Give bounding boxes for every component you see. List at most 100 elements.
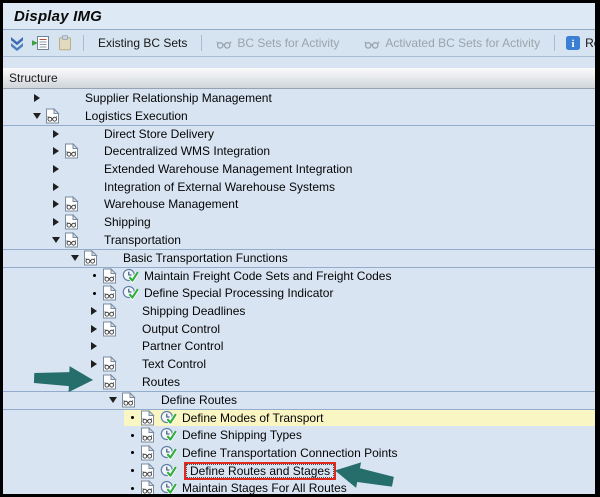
documentation-icon[interactable] bbox=[140, 463, 160, 479]
tree-item-label[interactable]: Shipping bbox=[104, 215, 151, 229]
tree-row-content: Decentralized WMS Integration bbox=[48, 142, 595, 160]
expand-arrow-icon[interactable] bbox=[86, 342, 102, 350]
tree-row-content: Define Routes and Stages bbox=[124, 462, 595, 480]
tree-item-label[interactable]: Text Control bbox=[142, 357, 206, 371]
tree-row-content: Define Shipping Types bbox=[124, 426, 595, 444]
img-activity-icon[interactable] bbox=[160, 427, 180, 443]
expand-arrow-icon[interactable] bbox=[48, 165, 64, 173]
img-activity-icon[interactable] bbox=[160, 410, 180, 426]
tree-item-label[interactable]: Routes bbox=[142, 375, 180, 389]
tree-item-label[interactable]: Define Shipping Types bbox=[182, 428, 302, 442]
tree-item-label[interactable]: Define Transportation Connection Points bbox=[182, 446, 397, 460]
svg-text:i: i bbox=[572, 38, 575, 50]
documentation-icon[interactable] bbox=[102, 268, 122, 284]
img-activity-icon[interactable] bbox=[160, 480, 180, 496]
img-activity-icon[interactable] bbox=[160, 463, 180, 479]
tree-row: Define Shipping Types bbox=[3, 426, 595, 444]
info-icon: i bbox=[566, 36, 580, 50]
tree-indent bbox=[3, 392, 105, 409]
documentation-icon[interactable] bbox=[64, 232, 84, 248]
tree-row-content: Define Routes bbox=[105, 392, 595, 409]
img-activity-icon[interactable] bbox=[160, 445, 180, 461]
tree-item-label[interactable]: Shipping Deadlines bbox=[142, 304, 245, 318]
tree-item-label[interactable]: Integration of External Warehouse System… bbox=[104, 180, 335, 194]
collapse-arrow-icon[interactable] bbox=[48, 237, 64, 243]
documentation-icon[interactable] bbox=[64, 196, 84, 212]
tree-item-label[interactable]: Output Control bbox=[142, 322, 220, 336]
tree-indent bbox=[3, 320, 86, 338]
tree-row: Warehouse Management bbox=[3, 196, 595, 214]
tree-item-label[interactable]: Extended Warehouse Management Integratio… bbox=[104, 162, 352, 176]
tree-item-label[interactable]: Supplier Relationship Management bbox=[85, 91, 272, 105]
position-icon[interactable] bbox=[32, 33, 50, 53]
tree-item-label[interactable]: Warehouse Management bbox=[104, 197, 238, 211]
tree-row-content: Partner Control bbox=[86, 338, 595, 356]
expand-arrow-icon[interactable] bbox=[48, 200, 64, 208]
expand-arrow-icon[interactable] bbox=[48, 130, 64, 138]
tree-indent bbox=[3, 302, 86, 320]
documentation-icon[interactable] bbox=[64, 143, 84, 159]
expand-arrow-icon[interactable] bbox=[48, 147, 64, 155]
tree-item-label[interactable]: Basic Transportation Functions bbox=[123, 251, 288, 265]
tree-item-label[interactable]: Decentralized WMS Integration bbox=[104, 144, 270, 158]
documentation-icon[interactable] bbox=[140, 445, 160, 461]
tree-indent bbox=[3, 107, 29, 125]
existing-bc-sets-button[interactable]: Existing BC Sets bbox=[94, 36, 191, 50]
expand-arrow-icon[interactable] bbox=[29, 94, 45, 102]
documentation-icon[interactable] bbox=[121, 392, 141, 408]
documentation-icon[interactable] bbox=[45, 108, 65, 124]
tree-item-label[interactable]: Direct Store Delivery bbox=[104, 127, 214, 141]
tree-item-label[interactable]: Maintain Stages For All Routes bbox=[182, 481, 347, 495]
annotation-red-box: Define Routes and Stages bbox=[184, 462, 336, 480]
tree-indent bbox=[3, 426, 124, 444]
tree-indent bbox=[3, 284, 86, 302]
tree-item-label[interactable]: Transportation bbox=[104, 233, 181, 247]
documentation-icon[interactable] bbox=[83, 250, 103, 266]
tree-indent bbox=[3, 196, 48, 214]
documentation-icon[interactable] bbox=[102, 321, 122, 337]
img-activity-icon[interactable] bbox=[122, 285, 142, 301]
tree-indent bbox=[3, 213, 48, 231]
img-activity-icon[interactable] bbox=[122, 268, 142, 284]
documentation-icon[interactable] bbox=[102, 285, 122, 301]
tree-item-label[interactable]: Define Routes and Stages bbox=[182, 462, 336, 480]
expand-arrow-icon[interactable] bbox=[86, 325, 102, 333]
expand-arrow-icon[interactable] bbox=[48, 218, 64, 226]
tree-row: Integration of External Warehouse System… bbox=[3, 178, 595, 196]
expand-arrow-icon[interactable] bbox=[48, 183, 64, 191]
tree-row-content: Routes bbox=[86, 373, 595, 391]
tree-row: Logistics Execution bbox=[3, 107, 595, 125]
expand-arrow-icon[interactable] bbox=[86, 360, 102, 368]
tree-item-label[interactable]: Define Special Processing Indicator bbox=[144, 286, 333, 300]
tree-item-label[interactable]: Define Modes of Transport bbox=[182, 411, 323, 425]
tree-indent bbox=[3, 250, 67, 267]
tree-item-label[interactable]: Logistics Execution bbox=[85, 109, 188, 123]
tree-row: Direct Store Delivery bbox=[3, 125, 595, 143]
documentation-icon[interactable] bbox=[64, 214, 84, 230]
documentation-icon[interactable] bbox=[102, 303, 122, 319]
toolbar-separator bbox=[554, 35, 555, 51]
documentation-icon[interactable] bbox=[102, 356, 122, 372]
documentation-icon[interactable] bbox=[140, 410, 160, 426]
documentation-icon[interactable] bbox=[102, 374, 122, 390]
tree-indent bbox=[3, 462, 124, 480]
tree-row-content: Shipping bbox=[48, 213, 595, 231]
collapse-arrow-icon[interactable] bbox=[29, 113, 45, 119]
tree-indent bbox=[3, 373, 86, 391]
tree-indent bbox=[3, 178, 48, 196]
collapse-arrow-icon[interactable] bbox=[105, 397, 121, 403]
tree-item-label[interactable]: Partner Control bbox=[142, 339, 223, 353]
expand-arrow-icon[interactable] bbox=[86, 307, 102, 315]
tree-row: Define Special Processing Indicator bbox=[3, 284, 595, 302]
tree-row-content: Output Control bbox=[86, 320, 595, 338]
release-notes-button[interactable]: i Release bbox=[562, 36, 600, 50]
collapse-arrow-icon[interactable] bbox=[67, 255, 83, 261]
tree-item-label-focused[interactable]: Define Routes and Stages bbox=[186, 464, 334, 478]
expand-all-icon[interactable] bbox=[9, 33, 25, 53]
tree-item-label[interactable]: Define Routes bbox=[161, 393, 237, 407]
documentation-icon[interactable] bbox=[140, 427, 160, 443]
documentation-icon[interactable] bbox=[140, 480, 160, 496]
tree-item-label[interactable]: Maintain Freight Code Sets and Freight C… bbox=[144, 269, 391, 283]
tree-row-content: Define Special Processing Indicator bbox=[86, 284, 595, 302]
glasses-icon bbox=[216, 37, 232, 50]
